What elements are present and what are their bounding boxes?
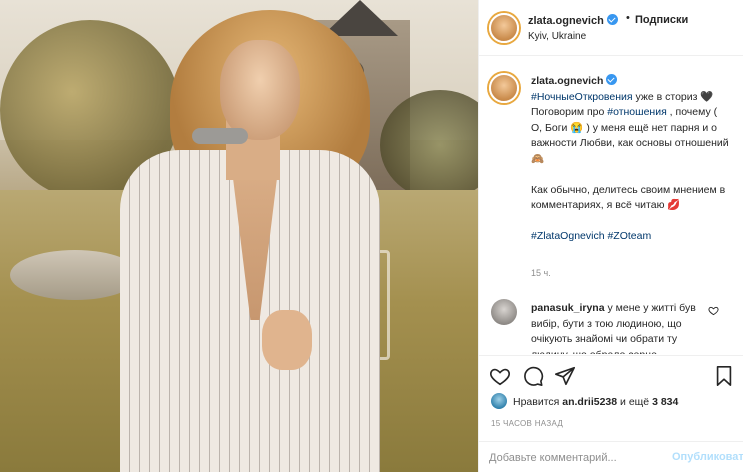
comment-icon[interactable] xyxy=(522,365,544,387)
comment-text: panasuk_iryna у мене у житті був вибір, … xyxy=(531,301,706,354)
commenter-avatar[interactable] xyxy=(491,299,517,325)
add-comment-bar: Опубликовать xyxy=(479,441,743,472)
photo-hand xyxy=(262,310,312,370)
caption-text: zlata.ognevich #НочныеОткровения уже в с… xyxy=(531,74,731,245)
comment-like-icon[interactable] xyxy=(708,305,719,316)
action-bar xyxy=(479,355,743,395)
share-icon[interactable] xyxy=(554,365,576,387)
liker-username[interactable]: an.drii5238 xyxy=(562,396,617,408)
author-avatar[interactable] xyxy=(489,13,519,43)
caption-avatar[interactable] xyxy=(489,73,519,103)
post-photo[interactable] xyxy=(0,0,478,472)
following-button[interactable]: Подписки xyxy=(635,14,688,26)
post-sidebar: zlata.ognevich • Подписки Kyiv, Ukraine … xyxy=(478,0,743,472)
post-location[interactable]: Kyiv, Ukraine xyxy=(528,31,586,42)
comment-input[interactable] xyxy=(489,450,669,466)
caption-time: 15 ч. xyxy=(531,268,551,278)
post-header: zlata.ognevich • Подписки Kyiv, Ukraine xyxy=(479,0,743,56)
commenter-username[interactable]: panasuk_iryna xyxy=(531,302,605,314)
likes-text[interactable]: Нравится an.drii5238 и ещё 3 834 xyxy=(513,396,678,408)
likes-count[interactable]: 3 834 xyxy=(652,396,678,408)
bookmark-icon[interactable] xyxy=(713,365,735,387)
caption-username[interactable]: zlata.ognevich xyxy=(531,75,603,87)
comments-area[interactable]: zlata.ognevich #НочныеОткровения уже в с… xyxy=(479,57,743,354)
publish-button[interactable]: Опубликовать xyxy=(672,451,743,463)
hashtag-link[interactable]: #НочныеОткровения xyxy=(531,91,633,103)
hashtag-link[interactable]: #отношения xyxy=(607,106,667,118)
likes-middle: и ещё xyxy=(617,396,653,408)
caption-line: Поговорим про xyxy=(531,106,608,118)
separator-dot: • xyxy=(626,12,630,24)
heart-icon[interactable] xyxy=(489,365,511,387)
author-username-text[interactable]: zlata.ognevich xyxy=(528,15,604,27)
caption-line: уже в сториз 🖤 xyxy=(632,90,714,103)
photo-choker xyxy=(192,128,248,144)
hashtag-link[interactable]: #ZlataOgnevich xyxy=(531,230,605,242)
post-timestamp[interactable]: 15 ЧАСОВ НАЗАД xyxy=(491,419,563,428)
hashtag-link[interactable]: #ZOteam xyxy=(607,230,651,242)
caption-line: Как обычно, делитесь своим мнением в ком… xyxy=(531,183,726,212)
photo-face xyxy=(220,40,300,140)
verified-badge-icon xyxy=(606,14,618,25)
liker-avatar[interactable] xyxy=(491,393,507,409)
likes-prefix: Нравится xyxy=(513,396,563,408)
verified-badge-icon xyxy=(606,74,618,85)
author-username[interactable]: zlata.ognevich xyxy=(528,14,618,27)
